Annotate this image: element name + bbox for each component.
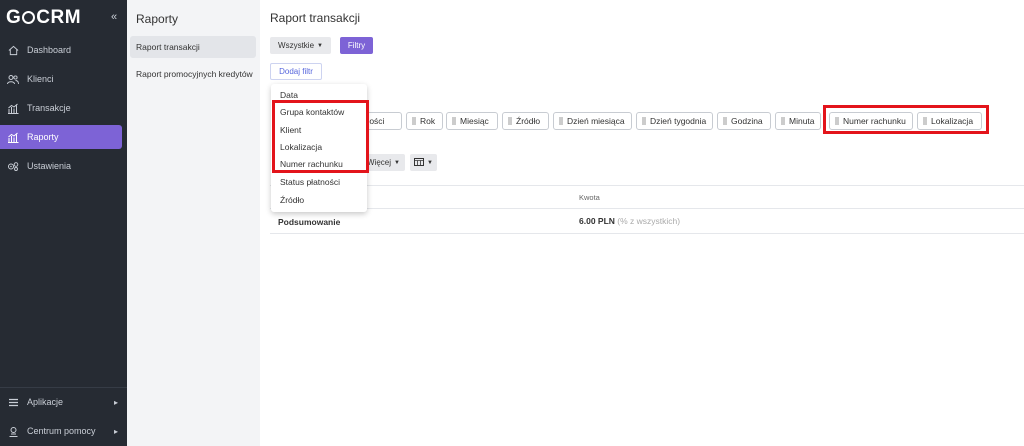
chip-label: Minuta [789,116,815,126]
sidebar-item-label: Centrum pomocy [27,426,96,436]
chip-label: Dzień miesiąca [567,116,625,126]
sidebar-item-label: Raporty [27,132,59,142]
chevron-right-icon: ▸ [113,426,118,436]
page-title: Raport transakcji [270,11,361,25]
sidebar-item-label: Aplikacje [27,397,64,407]
sidebar: G CRM « Dashboard Klienci Transakcje Rapo… [0,0,127,446]
summary-amount: 6.00 PLN [579,216,615,226]
sidebar-item-klienci[interactable]: Klienci [0,67,127,91]
table-header [270,185,1024,209]
subnav-item-raport-transakcji[interactable]: Raport transakcji [130,36,256,58]
app-logo[interactable]: G CRM [6,7,81,29]
add-filter-button[interactable]: Dodaj filtr [270,63,322,80]
logo-prefix: G [6,7,22,28]
chevron-right-icon: ▸ [113,397,118,407]
chip-label: Dzień tygodnia [650,116,707,126]
columns-button[interactable]: ▼ [410,154,437,171]
dropdown-item-data[interactable]: Data [280,90,298,100]
sidebar-item-ustawienia[interactable]: Ustawienia [0,154,127,178]
sidebar-item-label: Ustawienia [27,161,72,171]
drag-handle-icon[interactable] [452,117,456,125]
chart-icon [7,102,19,114]
columns-icon [414,157,425,168]
subnav-title: Raporty [136,12,179,26]
drag-handle-icon[interactable] [559,117,563,125]
sidebar-item-aplikacje[interactable]: Aplikacje ▸ [0,390,127,414]
group-chip-zrodlo[interactable]: Źródło [502,112,549,130]
drag-handle-icon[interactable] [412,117,416,125]
caret-down-icon: ▼ [317,42,323,49]
caret-down-icon: ▼ [394,159,400,166]
logo-suffix: CRM [36,7,82,28]
status-filter-select[interactable]: Wszystkie ▼ [270,37,331,54]
grid-icon [7,396,19,408]
chart-icon [7,131,19,143]
home-icon [7,44,19,56]
chip-label: Rok [420,116,436,126]
drag-handle-icon[interactable] [723,117,727,125]
users-icon [7,73,19,85]
chip-label: Źródło [516,116,541,126]
sidebar-item-centrum-pomocy[interactable]: Centrum pomocy ▸ [0,419,127,443]
gears-icon [7,160,19,172]
sidebar-item-transakcje[interactable]: Transakcje [0,96,127,120]
sidebar-item-label: Klienci [27,74,54,84]
reports-subnav: Raporty Raport transakcji Raport promocy… [127,0,260,446]
sidebar-item-raporty[interactable]: Raporty [0,125,122,149]
help-icon [7,425,19,437]
summary-label: Podsumowanie [278,217,341,227]
group-chip-dzien-miesiaca[interactable]: Dzień miesiąca [553,112,632,130]
group-chip-dzien-tygodnia[interactable]: Dzień tygodnia [636,112,713,130]
sidebar-item-label: Dashboard [27,45,72,55]
table-row-divider [270,233,1024,234]
column-header-kwota[interactable]: Kwota [579,193,600,202]
drag-handle-icon[interactable] [642,117,646,125]
double-chevron-left-icon[interactable]: « [111,11,117,23]
drag-handle-icon[interactable] [781,117,785,125]
summary-percent: (% z wszystkich) [617,216,681,226]
caret-down-icon: ▼ [427,159,433,166]
group-chip-rok[interactable]: Rok [406,112,443,130]
chip-label: Godzina [731,116,763,126]
sidebar-item-dashboard[interactable]: Dashboard [0,38,127,62]
highlight-box-dropdown [272,100,369,173]
more-label: Więcej [367,158,392,167]
group-chip-godzina[interactable]: Godzina [717,112,771,130]
logo-ring-icon [22,11,36,24]
dropdown-item-zrodlo[interactable]: Źródło [280,195,304,205]
dropdown-item-status-platnosci[interactable]: Status płatności [280,177,340,187]
subnav-item-raport-promocyjnych[interactable]: Raport promocyjnych kredytów [130,63,256,85]
group-chip-miesiac[interactable]: Miesiąc [446,112,498,130]
group-chip-minuta[interactable]: Minuta [775,112,821,130]
chip-label: Miesiąc [460,116,489,126]
summary-value: 6.00 PLN (% z wszystkich) [579,216,680,226]
filters-button[interactable]: Filtry [340,37,373,54]
drag-handle-icon[interactable] [508,117,512,125]
highlight-box-chips [823,105,989,134]
status-filter-value: Wszystkie [278,41,315,50]
sidebar-item-label: Transakcje [27,103,71,113]
sidebar-divider [0,387,127,388]
